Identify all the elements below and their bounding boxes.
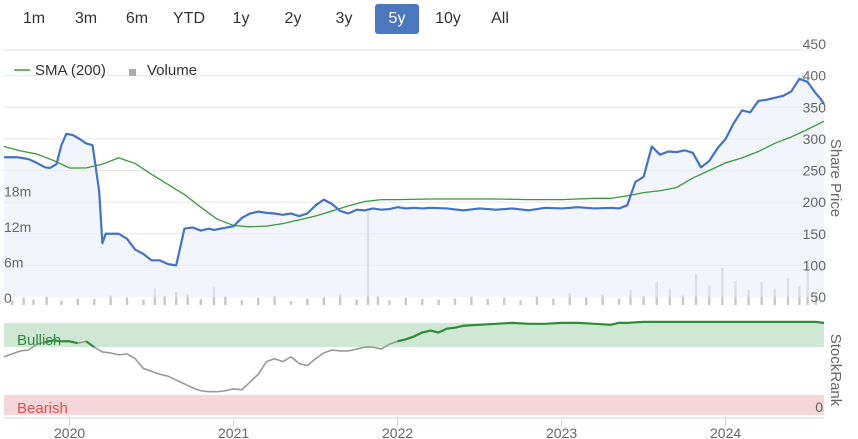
price-tick-label: 150 — [803, 226, 827, 242]
volume-bar — [60, 300, 63, 305]
x-axis: 2020 2021 2022 2023 2024 — [4, 417, 824, 439]
price-lines — [3, 77, 825, 297]
share-price-axis-label: Share Price — [827, 139, 844, 217]
legend: SMA (200) Volume — [14, 62, 197, 79]
bullish-band — [4, 323, 824, 347]
price-tick-label: 250 — [803, 163, 827, 179]
volume-bar — [388, 300, 391, 305]
volume-bar — [322, 297, 325, 305]
volume-bar — [535, 296, 539, 305]
legend-sma-label[interactable]: SMA (200) — [35, 62, 106, 79]
price-tick-label: 50 — [810, 289, 826, 305]
volume-bar — [519, 300, 522, 305]
volume-bar — [76, 298, 79, 305]
volume-bar — [404, 297, 407, 305]
volume-bar — [355, 299, 358, 305]
price-area — [4, 78, 824, 297]
x-tick-label: 2023 — [546, 425, 577, 439]
price-tick-label: 400 — [803, 68, 827, 84]
stockrank-panel — [3, 320, 825, 415]
volume-bar — [376, 296, 380, 305]
x-tick-label: 2021 — [218, 425, 249, 439]
volume-bar — [617, 298, 621, 305]
bearish-label: Bearish — [17, 400, 68, 417]
volume-bar — [125, 297, 129, 305]
bearish-band — [4, 395, 824, 415]
bullish-label: Bullish — [17, 332, 61, 349]
price-tick-label: 450 — [803, 36, 827, 52]
volume-bar — [224, 296, 227, 305]
volume-bar — [240, 300, 243, 305]
volume-bar — [93, 299, 96, 305]
volume-bar — [199, 299, 202, 305]
volume-bar — [289, 300, 293, 305]
volume-bar — [503, 297, 506, 305]
price-tick-label: 200 — [803, 194, 827, 210]
volume-bar — [437, 299, 440, 305]
stockrank-tick-0: 0 — [815, 399, 823, 415]
volume-bar — [22, 297, 25, 305]
volume-bar — [453, 298, 457, 305]
volume-tick-label: 6m — [4, 255, 23, 271]
price-tick-label: 350 — [803, 99, 827, 115]
stockrank-line — [93, 340, 398, 393]
stockrank-axis-label: StockRank — [827, 334, 844, 407]
volume-bar — [45, 296, 48, 305]
volume-bar — [306, 298, 309, 305]
volume-tick-label: 18m — [4, 184, 31, 200]
stock-chart: 450 400 350 300 250 200 150 100 50 18m 12m 6m 0 SMA … — [3, 36, 844, 439]
x-tick-label: 2022 — [382, 425, 413, 439]
x-tick-label: 2024 — [710, 425, 741, 439]
volume-bar — [142, 299, 145, 305]
volume-bar — [32, 299, 35, 305]
volume-bar — [421, 299, 424, 305]
volume-bar — [163, 296, 166, 305]
volume-bar — [273, 296, 276, 305]
volume-bar — [486, 299, 489, 305]
volume-bar — [585, 297, 588, 305]
volume-bar — [470, 296, 473, 305]
volume-bar — [642, 296, 645, 305]
volume-bar — [257, 297, 260, 305]
volume-legend-swatch — [129, 69, 136, 76]
volume-tick-label: 0 — [4, 290, 12, 306]
legend-volume-label[interactable]: Volume — [147, 62, 197, 79]
x-tick-label: 2020 — [54, 425, 85, 439]
price-tick-label: 300 — [803, 131, 827, 147]
volume-bar — [552, 298, 555, 305]
volume-tick-label: 12m — [4, 219, 31, 235]
price-tick-label: 100 — [803, 257, 827, 273]
